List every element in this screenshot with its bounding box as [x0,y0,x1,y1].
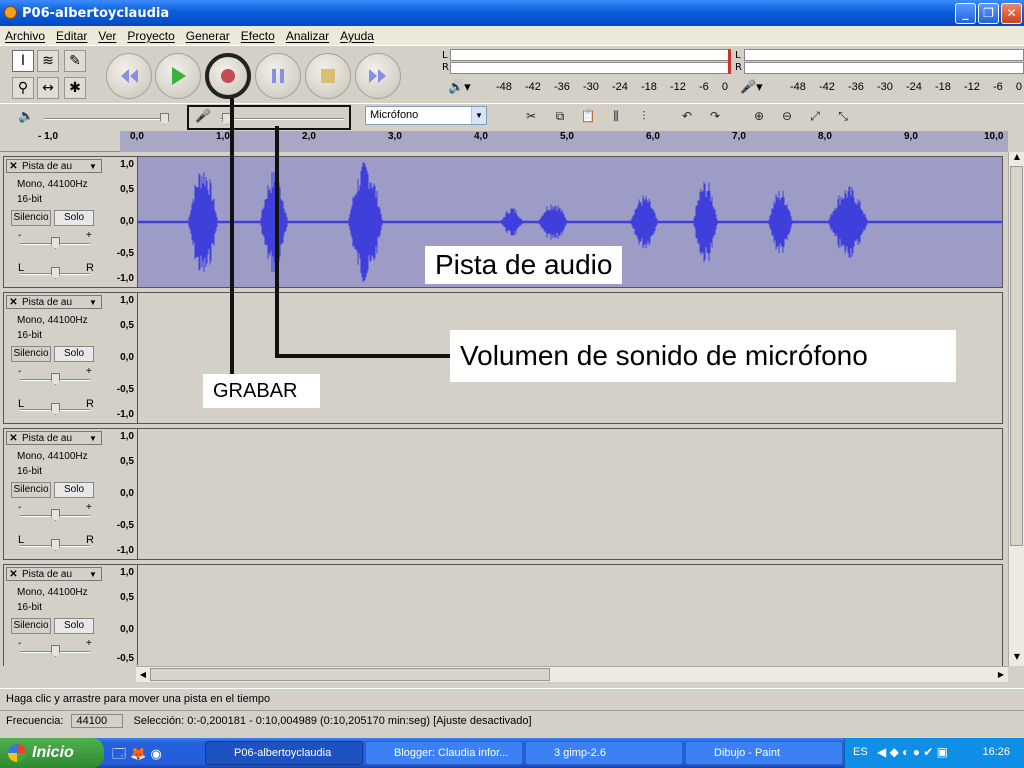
task-label: P06-albertoyclaudia [234,747,332,759]
task-gimp[interactable]: 3 gimp-2.6 [525,741,683,765]
annotation-grabar: GRABAR [203,374,320,408]
clock: 16:26 [982,746,1010,758]
task-label: 3 gimp-2.6 [554,747,606,759]
tray-icons[interactable]: ◀ ◆ ◐ ● ✔ ▣ [877,745,948,759]
task-blogger[interactable]: Blogger: Claudia infor... [365,741,523,765]
annotation-pista: Pista de audio [425,246,623,284]
windows-logo-icon [8,744,26,762]
language-indicator[interactable]: ES [853,746,868,758]
task-audacity[interactable]: P06-albertoyclaudia [205,741,363,765]
task-paint[interactable]: Dibujo - Paint [685,741,843,765]
start-button[interactable]: Inicio [0,738,104,768]
annotation-volumen: Volumen de sonido de micrófono [450,330,956,382]
audacity-window: P06-albertoyclaudia _ ❐ ✕ Archivo Editar… [0,0,1024,768]
start-label: Inicio [32,744,74,761]
task-label: Blogger: Claudia infor... [394,747,509,759]
task-label: Dibujo - Paint [714,747,781,759]
quicklaunch-icons[interactable]: 🗔 🦊 ◉ [112,745,162,767]
taskbar: Inicio 🗔 🦊 ◉ P06-albertoyclaudia Blogger… [0,738,1024,768]
volumen-callout-line [275,126,452,358]
system-tray: ES ◀ ◆ ◐ ● ✔ ▣ 16:26 [844,738,1024,768]
